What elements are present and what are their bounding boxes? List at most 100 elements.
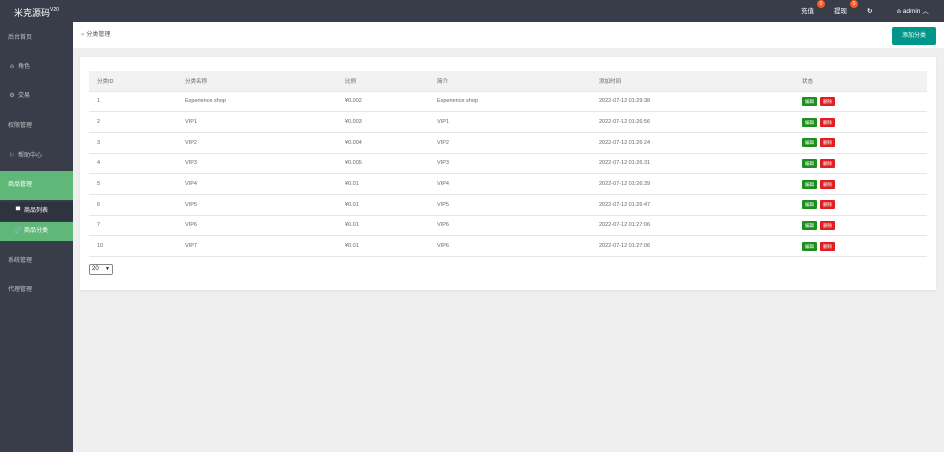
cell-time: 2022-07-12 01:29:38 (591, 91, 794, 113)
logo[interactable]: 米克源码V20 (0, 0, 73, 22)
cell-name: VIP7 (177, 235, 337, 257)
column-header-time[interactable]: 添加时间 (591, 71, 794, 92)
sidebar: 后台首页 ⍝ 角色 ⚙ 交易 权限管理 ⚐ 帮助中心 商品管理 ▀ 商品列表 🔗 商品分类… (0, 22, 73, 452)
withdraw-button[interactable]: 提现 (834, 0, 847, 22)
table-row: 1 Experience shop ¥0.002 Experience shop… (89, 91, 927, 113)
sidebar-item-label: 帮助中心 (18, 153, 43, 159)
refresh-icon[interactable]: ↻ (867, 0, 872, 22)
cell-id: 5 (89, 173, 177, 195)
delete-button[interactable]: 删除 (820, 96, 835, 106)
sidebar-item-label: 商品分类 (24, 228, 49, 234)
cell-name: VIP1 (177, 111, 337, 133)
table-row: 4 VIP3 ¥0.005 VIP3 2022-07-12 01:26:31 编… (89, 153, 927, 175)
cell-ratio: ¥0.003 (337, 111, 429, 133)
cell-actions: 编辑 删除 (794, 91, 927, 113)
recharge-label: 充值 (801, 8, 814, 15)
gear-icon: ⚙ (9, 93, 15, 99)
delete-button[interactable]: 删除 (820, 200, 835, 210)
edit-button[interactable]: 编辑 (802, 96, 817, 106)
cell-name: Experience shop (177, 91, 337, 113)
sidebar-item-permissions[interactable]: 权限管理 (0, 112, 73, 141)
table-row: 3 VIP2 ¥0.004 VIP2 2022-07-12 01:26:24 编… (89, 132, 927, 154)
chevron-up-icon: ︿ (922, 8, 929, 15)
cell-ratio: ¥0.004 (337, 132, 429, 154)
sidebar-item-label: 商品管理 (8, 182, 33, 188)
cell-ratio: ¥0.01 (337, 194, 429, 216)
chevron-right-icon: » (81, 32, 85, 38)
breadcrumb-bar: » 分类管理 添加分类 (73, 22, 944, 48)
table-row: 7 VIP6 ¥0.01 VIP6 2022-07-12 01:27:06 编辑… (89, 215, 927, 237)
column-header-name[interactable]: 分类名称 (177, 71, 337, 92)
delete-button[interactable]: 删除 (820, 158, 835, 168)
withdraw-badge: 0 (850, 0, 858, 8)
cell-id: 10 (89, 235, 177, 257)
cell-actions: 编辑 删除 (794, 215, 927, 237)
category-card: 分类ID 分类名称 比例 简介 添加时间 状态 1 Experience sho… (80, 57, 936, 290)
sidebar-item-system[interactable]: 系统管理 (0, 247, 73, 276)
sidebar-item-label: 后台首页 (8, 35, 33, 41)
cell-name: VIP5 (177, 194, 337, 216)
sidebar-item-label: 商品列表 (24, 208, 49, 214)
cell-ratio: ¥0.01 (337, 173, 429, 195)
user-icon: ⍝ (10, 64, 14, 70)
page-size-select[interactable]: 20 ▼ (89, 264, 113, 275)
cell-intro: VIP2 (429, 132, 591, 154)
cell-time: 2022-07-12 01:26:31 (591, 153, 794, 175)
column-header-intro[interactable]: 简介 (429, 71, 591, 92)
add-category-button[interactable]: 添加分类 (892, 27, 936, 45)
breadcrumb: » 分类管理 (81, 22, 110, 48)
edit-button[interactable]: 编辑 (802, 179, 817, 189)
delete-button[interactable]: 删除 (820, 220, 835, 230)
cell-id: 4 (89, 153, 177, 175)
sidebar-item-roles[interactable]: ⍝ 角色 (0, 53, 73, 82)
cell-time: 2022-07-12 01:27:06 (591, 235, 794, 257)
column-header-ratio[interactable]: 比例 (337, 71, 429, 92)
edit-button[interactable]: 编辑 (802, 220, 817, 230)
cell-id: 1 (89, 91, 177, 113)
cell-ratio: ¥0.002 (337, 91, 429, 113)
edit-button[interactable]: 编辑 (802, 241, 817, 251)
edit-button[interactable]: 编辑 (802, 158, 817, 168)
cell-id: 3 (89, 132, 177, 154)
edit-button[interactable]: 编辑 (802, 200, 817, 210)
page-size-value: 20 (92, 266, 99, 272)
edit-button[interactable]: 编辑 (802, 117, 817, 127)
cell-actions: 编辑 删除 (794, 153, 927, 175)
sidebar-item-home[interactable]: 后台首页 (0, 24, 73, 53)
cell-ratio: ¥0.01 (337, 235, 429, 257)
delete-button[interactable]: 删除 (820, 138, 835, 148)
cell-name: VIP4 (177, 173, 337, 195)
cell-intro: VIP6 (429, 215, 591, 237)
cell-intro: VIP6 (429, 235, 591, 257)
flag-icon: ⚐ (9, 153, 15, 159)
delete-button[interactable]: 删除 (820, 241, 835, 251)
delete-button[interactable]: 删除 (820, 117, 835, 127)
recharge-badge: 0 (817, 0, 825, 8)
cell-time: 2022-07-12 01:26:47 (591, 194, 794, 216)
withdraw-label: 提现 (834, 8, 847, 15)
sidebar-item-label: 角色 (18, 64, 31, 70)
column-header-id[interactable]: 分类ID (89, 71, 177, 92)
sidebar-item-label: 系统管理 (8, 258, 33, 264)
sidebar-item-products[interactable]: 商品管理 (0, 171, 73, 200)
sidebar-item-product-list[interactable]: ▀ 商品列表 (0, 202, 73, 221)
cell-intro: VIP4 (429, 173, 591, 195)
cell-intro: VIP1 (429, 111, 591, 133)
recharge-button[interactable]: 充值 (801, 0, 814, 22)
chevron-down-icon: ▼ (105, 266, 110, 272)
table-header-row: 分类ID 分类名称 比例 简介 添加时间 状态 (89, 71, 927, 92)
cell-actions: 编辑 删除 (794, 132, 927, 154)
sidebar-item-agents[interactable]: 代理管理 (0, 276, 73, 305)
cell-name: VIP2 (177, 132, 337, 154)
cell-time: 2022-07-12 01:26:56 (591, 111, 794, 133)
edit-button[interactable]: 编辑 (802, 138, 817, 148)
column-header-status[interactable]: 状态 (794, 71, 927, 92)
delete-button[interactable]: 删除 (820, 179, 835, 189)
user-name: admin (902, 8, 921, 15)
cell-name: VIP3 (177, 153, 337, 175)
sidebar-item-product-category[interactable]: 🔗 商品分类 (0, 222, 73, 241)
logo-version: V20 (50, 7, 59, 13)
user-menu[interactable]: ⍝ admin ︿ (897, 0, 929, 22)
sidebar-item-trade[interactable]: ⚙ 交易 (0, 82, 73, 111)
sidebar-item-help[interactable]: ⚐ 帮助中心 (0, 142, 73, 171)
